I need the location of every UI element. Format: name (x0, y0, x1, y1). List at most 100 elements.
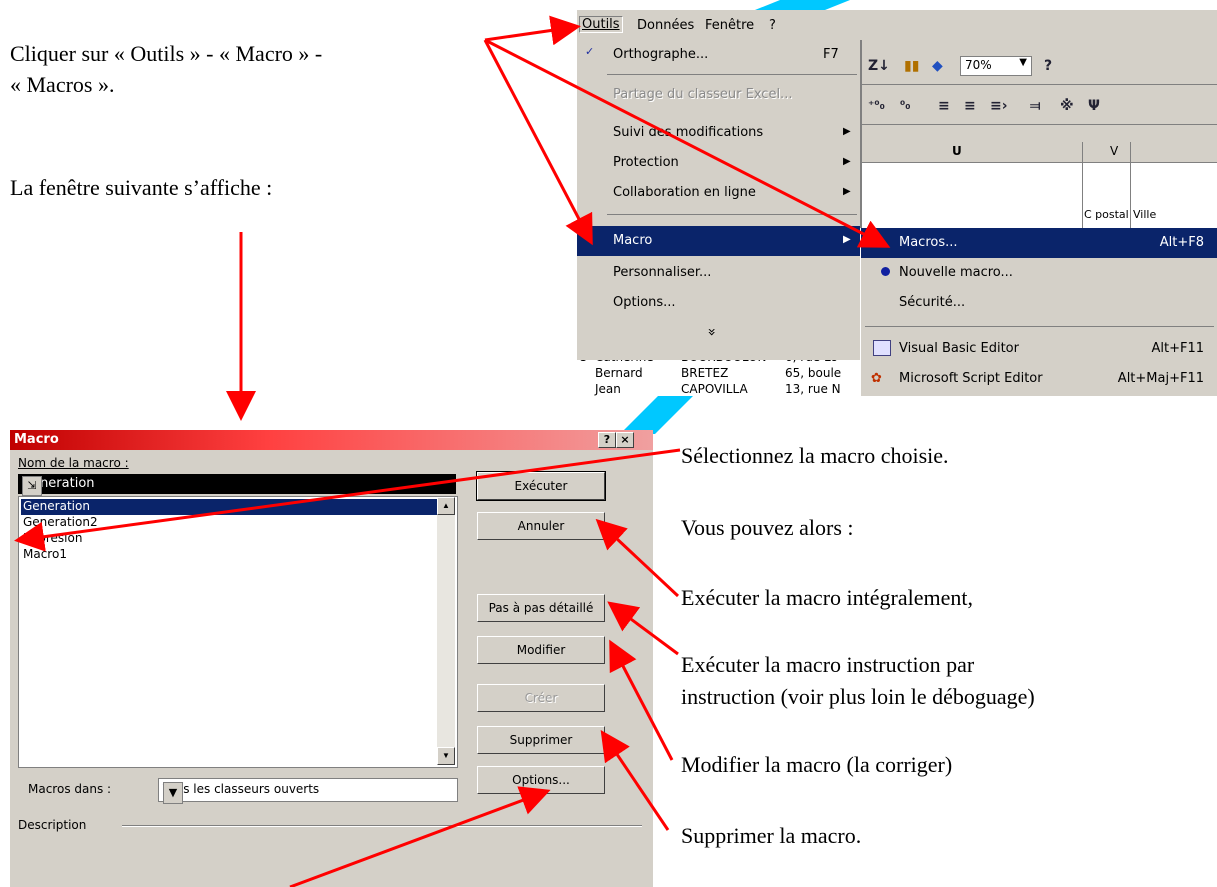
menu-item-partage: Partage du classeur Excel... (577, 80, 860, 110)
cancel-button[interactable]: Annuler (477, 512, 605, 540)
list-item[interactable]: Generation (21, 499, 437, 515)
run-button[interactable]: Exécuter (476, 471, 606, 501)
help-button[interactable]: ? (598, 432, 616, 448)
dialog-titlebar[interactable]: Macro ? × (10, 430, 653, 450)
menu-item-label: Collaboration en ligne (613, 185, 756, 200)
macro-dialog: Macro ? × Nom de la macro : Generation ⇲… (10, 430, 653, 887)
menu-separator (607, 74, 857, 75)
scroll-down-icon[interactable]: ▼ (437, 747, 455, 765)
outils-menu: ✓ Orthographe... F7 Partage du classeur … (577, 40, 862, 360)
scroll-up-icon[interactable]: ▲ (437, 497, 455, 515)
menu-item-personnaliser[interactable]: Personnaliser... (577, 258, 860, 288)
menu-item-shortcut: Alt+Maj+F11 (1117, 371, 1204, 386)
instruction-step1-line2: « Macros ». (10, 72, 115, 97)
submenu-item-script-editor[interactable]: ✿ Microsoft Script Editor Alt+Maj+F11 (861, 364, 1217, 394)
edit-button[interactable]: Modifier (477, 636, 605, 664)
menu-item-label: Macros... (899, 235, 958, 250)
excel-window: Outils Données Fenêtre ? Z↓ ▮▮ ◆ 70% ▼ ?… (577, 10, 1217, 396)
cell: BRETEZ (681, 366, 729, 380)
arrow-to-outils (484, 15, 581, 46)
decrease-indent-icon[interactable]: ≡ (938, 98, 950, 114)
zoom-value: 70% (965, 58, 992, 72)
step-into-button[interactable]: Pas à pas détaillé (477, 594, 605, 622)
submenu-arrow-icon: ▶ (843, 234, 851, 245)
close-button[interactable]: × (616, 432, 634, 448)
macro-list[interactable]: Generation Generation2 Impresion Macro1 … (18, 496, 458, 768)
collapse-dialog-icon[interactable]: ⇲ (22, 476, 42, 496)
zoom-select[interactable]: 70% ▼ (960, 56, 1032, 76)
submenu-item-vb-editor[interactable]: Visual Basic Editor Alt+F11 (861, 334, 1217, 364)
menu-item-label: Visual Basic Editor (899, 341, 1019, 356)
excel-toolbar-format: ⁺⁰₀ ⁰₀ ≡ ≡ ≡› ⫤ ※ Ψ (860, 90, 1217, 125)
format-icon-b[interactable]: ※ (1060, 98, 1074, 114)
menu-item-label: Nouvelle macro... (899, 265, 1013, 280)
instruction-select-macro: Sélectionnez la macro choisie. (681, 443, 949, 468)
menu-item-shortcut: Alt+F8 (1159, 235, 1204, 250)
menu-item-protection[interactable]: Protection ▶ (577, 148, 860, 178)
cell: Bernard (595, 366, 643, 380)
macro-name-input[interactable]: Generation ⇲ (18, 474, 456, 496)
list-item[interactable]: Macro1 (21, 547, 437, 563)
menu-item-shortcut: F7 (823, 47, 839, 62)
menu-item-label: Protection (613, 155, 679, 170)
sort-icon[interactable]: Z↓ (868, 58, 890, 74)
menu-item-suivi[interactable]: Suivi des modifications ▶ (577, 118, 860, 148)
options-button[interactable]: Options... (477, 766, 605, 794)
menu-item-label: Personnaliser... (613, 265, 712, 280)
macros-in-select[interactable]: Tous les classeurs ouverts ▼ (158, 778, 458, 804)
cell: CAPOVILLA (681, 382, 748, 396)
cell-ville[interactable]: Ville (1133, 208, 1156, 221)
cell-cpostal[interactable]: C postal (1084, 208, 1129, 221)
menu-fenetre[interactable]: Fenêtre (705, 18, 754, 33)
align-icon[interactable]: ≡› (990, 98, 1008, 114)
spreadsheet-area: U V C postal Ville (860, 142, 1217, 228)
increase-indent-icon[interactable]: ≡ (964, 98, 976, 114)
cell: Jean (595, 382, 621, 396)
record-dot-icon (881, 267, 890, 276)
menu-item-label: Microsoft Script Editor (899, 371, 1043, 386)
menu-help[interactable]: ? (769, 18, 776, 33)
grid-line (1082, 142, 1083, 228)
menu-item-label: Partage du classeur Excel... (613, 87, 793, 102)
instruction-delete: Supprimer la macro. (681, 823, 862, 848)
macros-in-value: Tous les classeurs ouverts (163, 782, 320, 796)
macros-in-label: Macros dans : (28, 782, 112, 796)
description-box (18, 838, 642, 887)
menu-donnees[interactable]: Données (637, 18, 694, 33)
instruction-execute: Exécuter la macro intégralement, (681, 585, 973, 610)
list-item[interactable]: Impresion (21, 531, 437, 547)
menu-item-macro[interactable]: Macro ▶ (577, 226, 860, 256)
script-editor-icon: ✿ (871, 371, 882, 386)
instruction-step1-line1: Cliquer sur « Outils » - « Macro » - (10, 41, 323, 66)
submenu-item-securite[interactable]: Sécurité... (861, 288, 1217, 318)
instruction-step-line1: Exécuter la macro instruction par (681, 652, 975, 677)
menu-item-label: Orthographe... (613, 47, 709, 62)
format-icon-c[interactable]: Ψ (1088, 98, 1100, 114)
submenu-item-nouvelle-macro[interactable]: Nouvelle macro... (861, 258, 1217, 288)
help-icon[interactable]: ? (1044, 58, 1052, 74)
description-label: Description (18, 818, 87, 832)
menu-outils[interactable]: Outils (579, 16, 623, 33)
menu-separator (865, 326, 1214, 327)
chevron-down-icon: ▼ (1019, 57, 1027, 68)
column-headers: U V (860, 142, 1217, 163)
list-scrollbar[interactable]: ▲ ▼ (437, 497, 455, 765)
map-icon[interactable]: ◆ (932, 58, 943, 74)
menu-item-orthographe[interactable]: ✓ Orthographe... F7 (577, 40, 860, 70)
submenu-arrow-icon: ▶ (843, 156, 851, 167)
column-header-v[interactable]: V (1110, 144, 1118, 158)
menu-item-options[interactable]: Options... (577, 288, 860, 318)
column-header-u[interactable]: U (952, 144, 962, 158)
menu-item-label: Macro (613, 233, 653, 248)
chevron-down-icon[interactable]: ▼ (163, 782, 183, 804)
menu-item-collaboration[interactable]: Collaboration en ligne ▶ (577, 178, 860, 208)
increase-decimal-icon[interactable]: ⁺⁰₀ (868, 98, 885, 112)
submenu-item-macros[interactable]: Macros... Alt+F8 (861, 228, 1217, 258)
excel-toolbar-standard: Z↓ ▮▮ ◆ 70% ▼ ? (860, 50, 1217, 85)
format-icon-a[interactable]: ⫤ (1030, 98, 1041, 114)
list-item[interactable]: Generation2 (21, 515, 437, 531)
delete-button[interactable]: Supprimer (477, 726, 605, 754)
chart-icon[interactable]: ▮▮ (904, 58, 919, 74)
expand-menu-chevron-icon[interactable]: » (703, 328, 719, 337)
decrease-decimal-icon[interactable]: ⁰₀ (900, 98, 911, 112)
